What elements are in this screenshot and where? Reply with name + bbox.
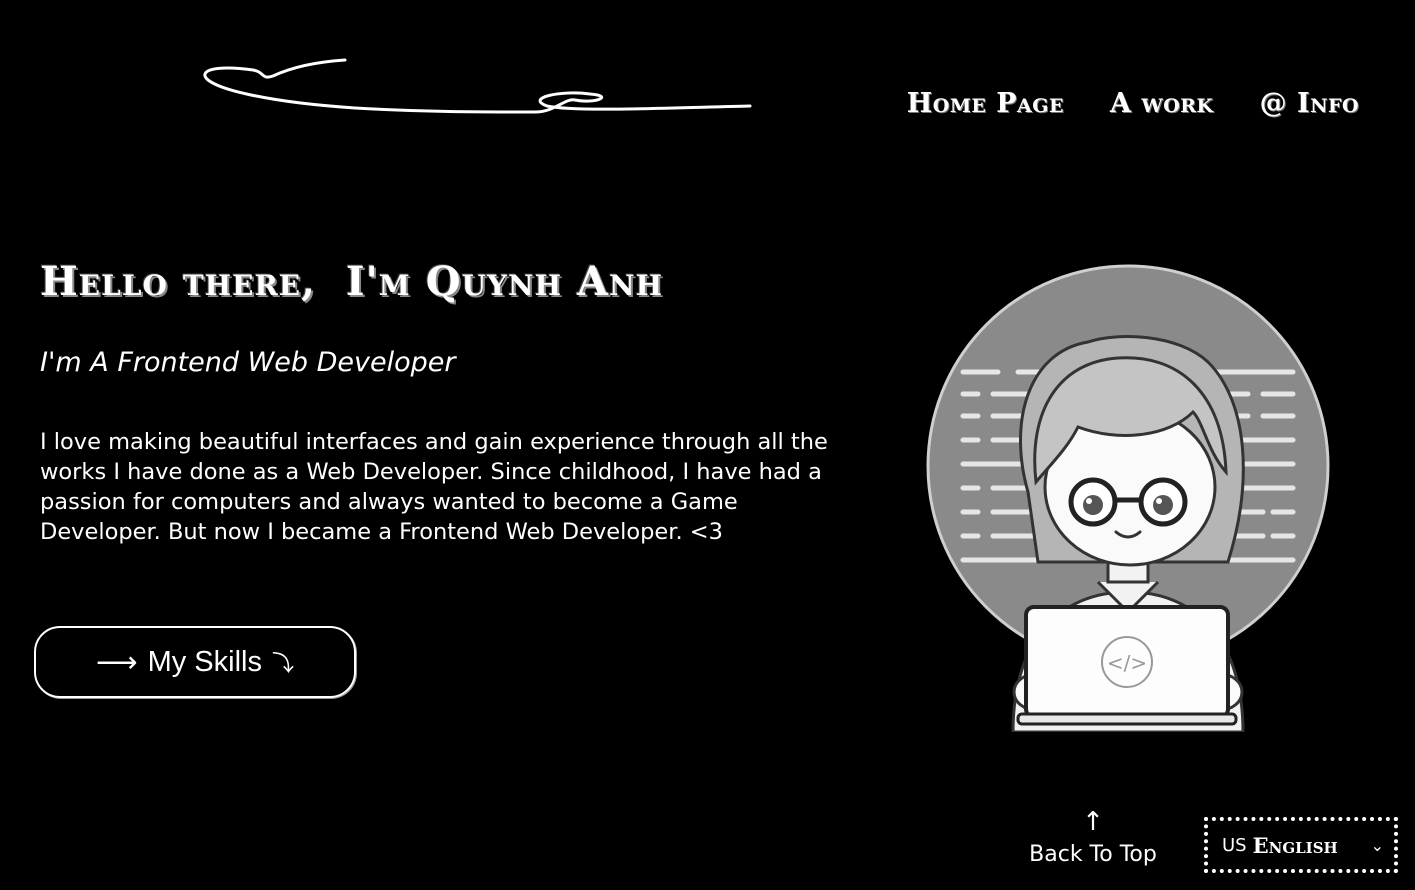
language-select[interactable]: US English ⌄ [1204, 817, 1398, 873]
my-skills-button[interactable]: ⟶ My Skills ⤵ [34, 626, 356, 698]
nav-a-work[interactable]: A work [1110, 88, 1214, 119]
us-flag-icon: US [1222, 834, 1247, 856]
nav-home-page[interactable]: Home Page [907, 88, 1064, 119]
back-to-top-label: Back To Top [1029, 842, 1157, 867]
chevron-down-icon: ⌄ [1370, 835, 1384, 855]
back-to-top-button[interactable]: ↑ Back To Top [1028, 808, 1158, 867]
hero-bio: I love making beautiful interfaces and g… [40, 429, 828, 545]
up-arrow-icon: ↑ [1082, 807, 1104, 837]
language-label: English [1252, 832, 1338, 858]
svg-text:</>: </> [1107, 651, 1147, 675]
signature-logo[interactable] [195, 50, 755, 125]
right-arrow-icon: ⟶ [96, 646, 138, 679]
hero-title: Hello there, I'm Quynh Anh [40, 258, 664, 305]
curved-arrow-icon: ⤵ [271, 651, 294, 676]
hero-subtitle: I'm A Frontend Web Developer [40, 347, 456, 378]
nav-info[interactable]: @ Info [1260, 88, 1359, 119]
developer-avatar-illustration: </> [926, 264, 1330, 732]
main-nav: Home Page A work @ Info [907, 88, 1359, 119]
my-skills-label: My Skills [147, 645, 262, 678]
